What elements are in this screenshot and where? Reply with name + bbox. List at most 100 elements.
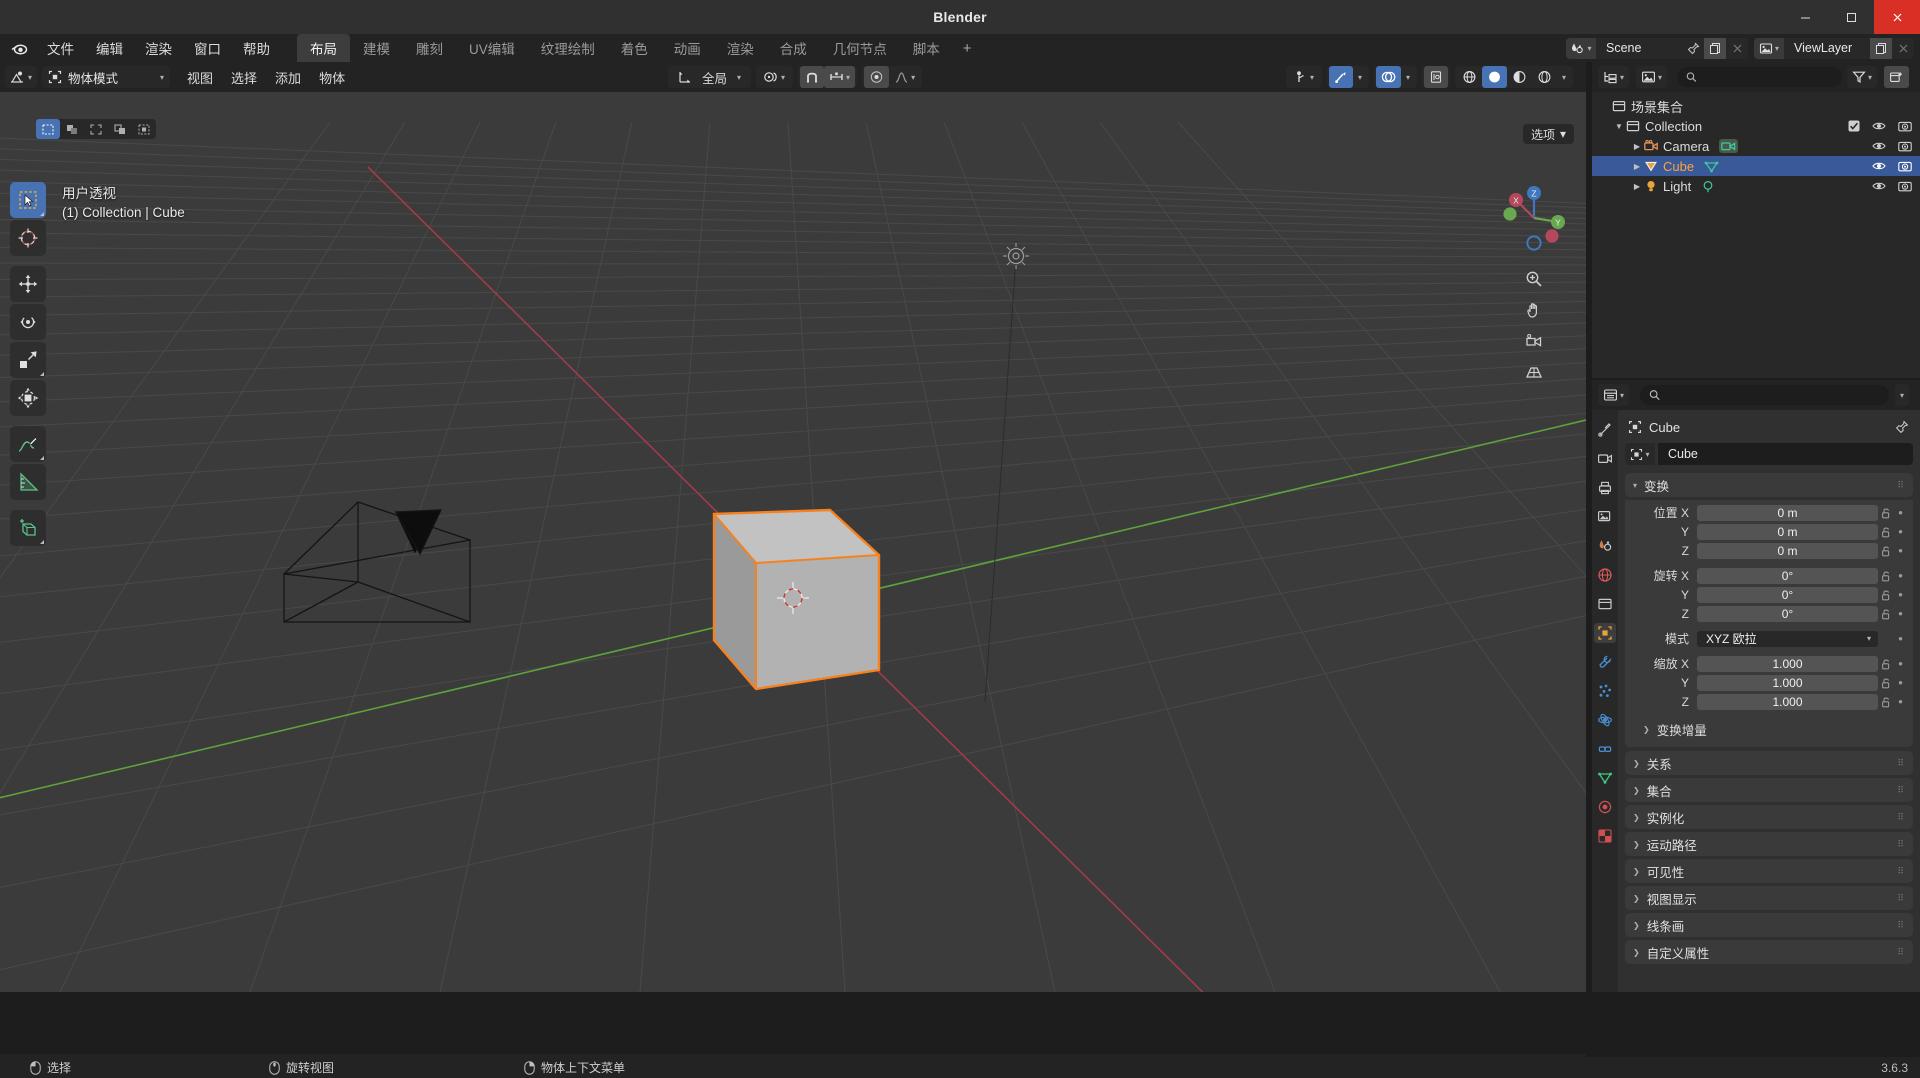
workspace-tab-texturepaint[interactable]: 纹理绘制 — [528, 34, 608, 62]
rotation-y-row[interactable]: Y 0° • — [1631, 586, 1907, 603]
add-cube-tool[interactable] — [10, 510, 46, 546]
viewport-3d[interactable]: ▾ 物体模式 ▾ 视图 选择 添加 物体 全局 ▾ ▾ ▾ ▾ ▾ ▾ ▾ ▾ … — [0, 62, 1586, 992]
show-gizmo-icon[interactable] — [1328, 66, 1353, 88]
properties-tab-modifiers[interactable] — [1594, 652, 1616, 672]
scene-icon[interactable]: ▾ — [1566, 37, 1596, 59]
lock-icon[interactable] — [1878, 570, 1894, 582]
box-select-icon[interactable] — [60, 119, 84, 139]
pivot-point-icon[interactable]: ▾ — [759, 66, 790, 88]
location-y-field[interactable]: 0 m — [1697, 523, 1878, 540]
scale-x-row[interactable]: 缩放 X 1.000 • — [1631, 655, 1907, 672]
delete-viewlayer-icon[interactable] — [1892, 37, 1914, 59]
scale-y-row[interactable]: Y 1.000 • — [1631, 674, 1907, 691]
interaction-mode-dropdown[interactable]: 物体模式 ▾ — [42, 66, 171, 88]
lock-icon[interactable] — [1878, 507, 1894, 519]
measure-tool[interactable] — [10, 464, 46, 500]
tweak-tool[interactable] — [10, 182, 46, 218]
properties-tab-render[interactable] — [1594, 449, 1616, 469]
new-scene-icon[interactable] — [1704, 37, 1726, 59]
animate-property-icon[interactable]: • — [1894, 676, 1907, 689]
properties-editor-type[interactable]: ▾ — [1598, 384, 1630, 406]
rendered-shading-icon[interactable] — [1532, 66, 1557, 88]
snapping-group[interactable]: ▾ — [798, 66, 858, 88]
properties-tab-tool[interactable] — [1594, 420, 1616, 440]
workspace-tab-modeling[interactable]: 建模 — [350, 34, 403, 62]
workspace-tab-scripting[interactable]: 脚本 — [900, 34, 953, 62]
properties-editor[interactable]: ▾ ▾ Cube ▾ Cube ▾ 变换 ⠿ 位置 X 0 m • Y 0 m … — [1592, 380, 1920, 992]
expand-triangle-icon[interactable]: ▶ — [1630, 182, 1644, 191]
workspace-tab-sculpting[interactable]: 雕刻 — [403, 34, 456, 62]
viewlayer-icon[interactable]: ▾ — [1754, 37, 1784, 59]
scale-y-field[interactable]: 1.000 — [1697, 674, 1878, 691]
chevron-right-icon[interactable]: ❯ — [1633, 759, 1640, 768]
properties-tab-collection[interactable] — [1594, 594, 1616, 614]
eye-icon[interactable] — [1872, 160, 1886, 172]
object-visibility-icon[interactable]: ▾ — [1289, 66, 1319, 88]
transform-panel-body[interactable]: 位置 X 0 m • Y 0 m • Z 0 m • 旋转 X 0° • Y 0… — [1625, 500, 1913, 747]
transform-panel-header[interactable]: ▾ 变换 ⠿ — [1625, 473, 1913, 497]
chevron-right-icon[interactable]: ❯ — [1633, 867, 1640, 876]
panel-custom-properties[interactable]: ❯ 自定义属性 ⠿ — [1625, 940, 1913, 964]
lock-icon[interactable] — [1878, 589, 1894, 601]
object-name-field[interactable]: Cube — [1658, 443, 1913, 465]
rotation-mode-dropdown[interactable]: XYZ 欧拉 ▾ — [1697, 630, 1878, 647]
zoom-icon[interactable] — [1521, 266, 1547, 292]
location-x-field[interactable]: 0 m — [1697, 504, 1878, 521]
expand-triangle-icon[interactable]: ▼ — [1612, 122, 1626, 131]
delete-scene-icon[interactable] — [1726, 37, 1748, 59]
close-button[interactable] — [1874, 0, 1920, 34]
scene-data-icon[interactable]: ▾ — [1636, 66, 1667, 88]
chevron-right-icon[interactable]: ❯ — [1633, 921, 1640, 930]
animate-property-icon[interactable]: • — [1894, 525, 1907, 538]
lock-icon[interactable] — [1878, 608, 1894, 620]
rotate-tool[interactable] — [10, 304, 46, 340]
properties-tab-physics[interactable] — [1594, 710, 1616, 730]
solid-shading-icon[interactable] — [1481, 66, 1507, 88]
editor-type-selector[interactable]: ▾ — [5, 66, 38, 88]
properties-tab-object[interactable] — [1594, 623, 1616, 643]
show-overlays-icon[interactable] — [1375, 66, 1401, 88]
proportional-edit-icon[interactable] — [864, 66, 890, 88]
camera-data-icon[interactable] — [1719, 139, 1739, 153]
outliner-row-cube[interactable]: ▶ Cube — [1592, 156, 1920, 176]
expand-triangle-icon[interactable]: ▶ — [1630, 162, 1644, 171]
expand-triangle-icon[interactable]: ▶ — [1630, 142, 1644, 151]
properties-tab-particles[interactable] — [1594, 681, 1616, 701]
chevron-right-icon[interactable]: ❯ — [1633, 813, 1640, 822]
rotation-y-field[interactable]: 0° — [1697, 586, 1878, 603]
viewport-options-dropdown[interactable]: 选项 ▾ — [1522, 124, 1574, 144]
location-x-row[interactable]: 位置 X 0 m • — [1631, 504, 1907, 521]
blender-logo-icon[interactable] — [6, 37, 32, 59]
gizmo-options-chevron-icon[interactable]: ▾ — [1353, 66, 1367, 88]
toggle-ortho-icon[interactable] — [1521, 359, 1547, 385]
chevron-right-icon[interactable]: ❯ — [1633, 786, 1640, 795]
camera-view-icon[interactable] — [1521, 328, 1547, 354]
chevron-right-icon[interactable]: ❯ — [1643, 725, 1650, 734]
annotate-tool[interactable] — [10, 426, 46, 462]
toggle-xray-icon[interactable] — [1423, 66, 1448, 88]
circle-select-icon[interactable] — [84, 119, 108, 139]
render-camera-icon[interactable] — [1898, 180, 1912, 192]
menu-window[interactable]: 窗口 — [183, 35, 232, 61]
lock-icon[interactable] — [1878, 696, 1894, 708]
material-preview-icon[interactable] — [1507, 66, 1532, 88]
animate-property-icon[interactable]: • — [1894, 569, 1907, 582]
properties-tab-output[interactable] — [1594, 478, 1616, 498]
new-collection-icon[interactable] — [1884, 66, 1909, 88]
chevron-down-icon[interactable]: ▾ — [1895, 384, 1909, 406]
animate-property-icon[interactable]: • — [1894, 632, 1907, 645]
location-z-row[interactable]: Z 0 m • — [1631, 542, 1907, 559]
gizmo-toggle-group[interactable]: ▾ — [1326, 66, 1369, 88]
properties-tab-data[interactable] — [1594, 768, 1616, 788]
properties-tab-constraints[interactable] — [1594, 739, 1616, 759]
scale-x-field[interactable]: 1.000 — [1697, 655, 1878, 672]
properties-content[interactable]: Cube ▾ Cube ▾ 变换 ⠿ 位置 X 0 m • Y 0 m • Z … — [1618, 410, 1920, 992]
workspace-tab-layout[interactable]: 布局 — [297, 34, 350, 62]
panel-visibility[interactable]: ❯ 可见性 ⠿ — [1625, 859, 1913, 883]
scale-z-field[interactable]: 1.000 — [1697, 693, 1878, 710]
workspace-tab-uvediting[interactable]: UV编辑 — [456, 34, 528, 62]
lock-icon[interactable] — [1878, 545, 1894, 557]
workspace-tab-geometrynodes[interactable]: 几何节点 — [820, 34, 900, 62]
panel-relations[interactable]: ❯ 关系 ⠿ — [1625, 751, 1913, 775]
outliner-editor-type[interactable]: ▾ — [1598, 66, 1630, 88]
